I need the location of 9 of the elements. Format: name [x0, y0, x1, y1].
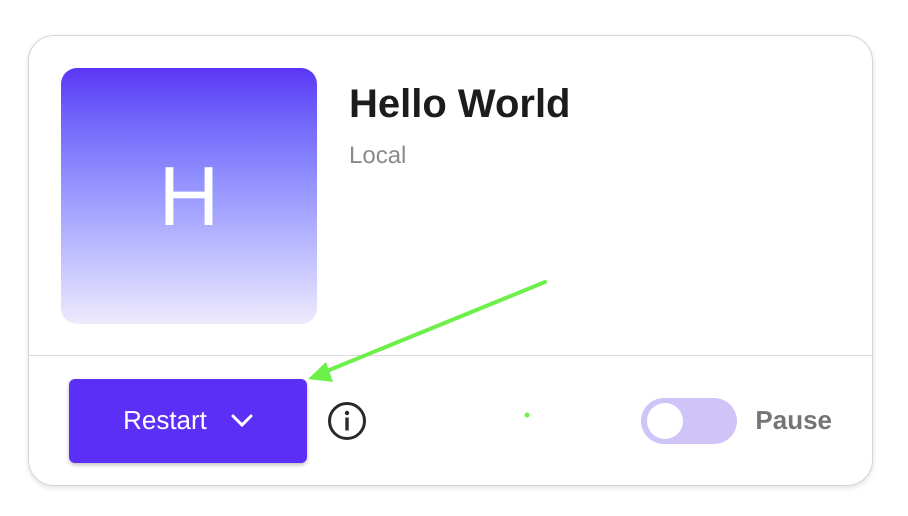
info-icon[interactable]: [327, 400, 367, 441]
restart-button[interactable]: Restart: [69, 378, 307, 463]
chevron-down-icon: [230, 414, 253, 428]
app-subtitle: Local: [349, 144, 408, 168]
toggle-label: Pause: [755, 404, 832, 438]
dot-mark: [524, 412, 530, 418]
app-initial: H: [158, 154, 220, 238]
pause-toggle[interactable]: [641, 398, 738, 444]
app-title: Hello World: [349, 84, 570, 124]
